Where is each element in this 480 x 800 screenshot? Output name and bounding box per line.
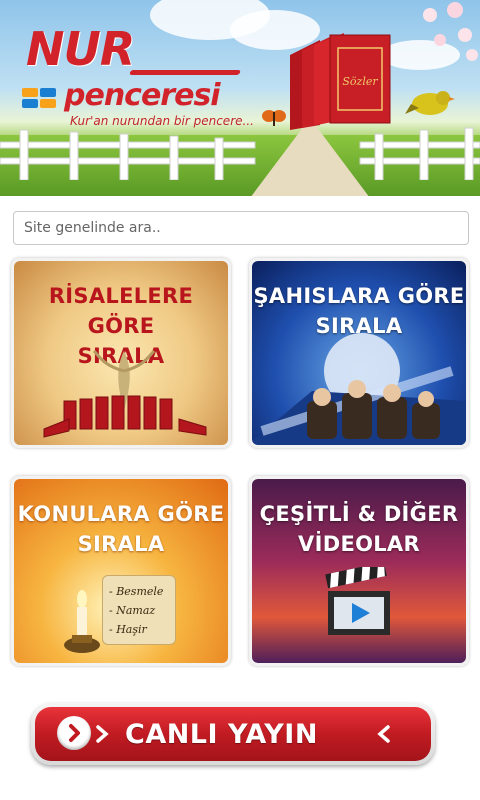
fence-graphic <box>0 127 480 180</box>
search-input[interactable]: Site genelinde ara.. <box>13 211 469 245</box>
scroll-icon: - Besmele - Namaz - Haşir <box>102 575 176 645</box>
tile-title: ÇEŞİTLİ & DİĞER VİDEOLAR <box>259 502 459 556</box>
candle-icon <box>64 590 100 653</box>
tile-risalelere-gore-sirala[interactable]: RİSALELERE GÖRE SIRALA <box>11 258 231 448</box>
tile-cesitli-diger-videolar[interactable]: ÇEŞİTLİ & DİĞER VİDEOLAR <box>249 476 469 666</box>
people-icon <box>252 333 466 445</box>
blossom-icon <box>423 2 478 61</box>
tile-sahislara-gore-sirala[interactable]: ŞAHISLARA GÖRE SIRALA <box>249 258 469 448</box>
chevron-right-icon <box>96 725 109 743</box>
live-button-label: CANLI YAYIN <box>125 719 318 750</box>
logo-squares-icon <box>22 88 58 110</box>
book-title: Sözler <box>342 75 378 88</box>
books-icon <box>43 349 207 438</box>
clapperboard-icon <box>325 567 390 635</box>
tile-konulara-gore-sirala[interactable]: KONULARA GÖRE SIRALA - Besmele - Namaz -… <box>11 476 231 666</box>
tagline: Kur'an nurundan bir pencere... <box>70 114 254 128</box>
butterfly-icon <box>262 110 286 126</box>
scroll-item: - Haşir <box>109 623 147 636</box>
logo-underline <box>129 70 241 75</box>
scroll-item: - Besmele <box>109 585 164 598</box>
header-banner: Sözler NUR penceresi Kur'an nurundan bir… <box>0 0 480 196</box>
play-circle-icon <box>57 716 91 750</box>
bird-icon <box>405 91 455 115</box>
tile-title: KONULARA GÖRE SIRALA <box>17 502 225 556</box>
chevron-left-icon <box>377 725 390 743</box>
live-broadcast-button[interactable]: CANLI YAYIN <box>31 703 435 765</box>
scroll-item: - Namaz <box>109 604 156 617</box>
book-stack-icon: Sözler <box>290 33 391 130</box>
logo-nur-text: NUR <box>26 22 135 76</box>
logo-penceresi-text: penceresi <box>64 78 221 113</box>
